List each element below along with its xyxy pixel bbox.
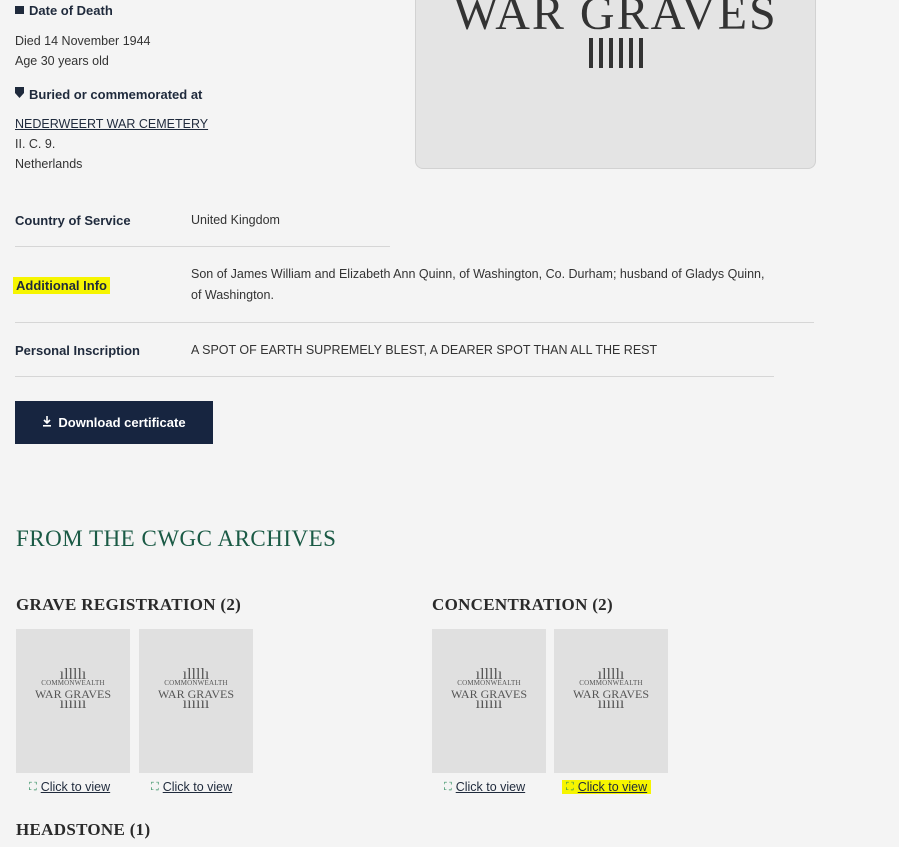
country-of-service-label: Country of Service	[15, 213, 131, 228]
concentration-thumbnail-2[interactable]: ıllllı COMMONWEALTH WAR GRAVES ıııııı	[554, 629, 668, 773]
additional-info-line2: of Washington.	[191, 288, 274, 302]
headstone-title: HEADSTONE (1)	[16, 820, 151, 839]
concentration-thumbnail-1[interactable]: ıllllı COMMONWEALTH WAR GRAVES ıııııı	[432, 629, 546, 773]
cwgc-logo: ıllllı COMMONWEALTH WAR GRAVES ıııııı	[16, 666, 130, 712]
cwgc-logo: ıllllı COMMONWEALTH WAR GRAVES ıııııı	[139, 666, 253, 712]
logo-ticks-icon	[416, 38, 815, 73]
expand-icon: ⛶	[151, 780, 159, 793]
personal-inscription-value: A SPOT OF EARTH SUPREMELY BLEST, A DEARE…	[191, 343, 658, 357]
logo-ticks-icon: ıııııı	[597, 695, 625, 712]
concentration-title: CONCENTRATION (2)	[432, 595, 613, 614]
logo-ticks-icon: ıııııı	[475, 695, 503, 712]
calendar-icon	[15, 1, 24, 19]
shield-icon	[15, 85, 24, 103]
expand-icon: ⛶	[566, 780, 574, 793]
grave-plot-text: II. C. 9.	[15, 137, 56, 151]
logo-ticks-icon: ıııııı	[182, 695, 210, 712]
click-to-view-link-highlighted[interactable]: ⛶ Click to view	[562, 780, 652, 794]
download-certificate-label: Download certificate	[58, 415, 186, 430]
grave-registration-thumbnail-2[interactable]: ıllllı COMMONWEALTH WAR GRAVES ıııııı	[139, 629, 253, 773]
divider	[15, 322, 814, 323]
cwgc-logo: ıllllı COMMONWEALTH WAR GRAVES ıııııı	[554, 666, 668, 712]
grave-registration-thumbnail-1[interactable]: ıllllı COMMONWEALTH WAR GRAVES ıııııı	[16, 629, 130, 773]
personal-inscription-label: Personal Inscription	[15, 343, 140, 358]
grave-registration-title: GRAVE REGISTRATION (2)	[16, 595, 242, 614]
logo-ticks-icon: ıllllı	[475, 666, 503, 683]
country-of-service-value: United Kingdom	[191, 213, 280, 227]
cwgc-logo: ıllllı COMMONWEALTH WAR GRAVES ıııııı	[432, 666, 546, 712]
expand-icon: ⛶	[29, 780, 37, 793]
download-icon	[42, 415, 52, 430]
logo-ticks-icon: ıllllı	[597, 666, 625, 683]
logo-ticks-icon: ıllllı	[182, 666, 210, 683]
click-to-view-link[interactable]: ⛶ Click to view	[151, 780, 232, 794]
death-age-text: Age 30 years old	[15, 54, 109, 68]
expand-icon: ⛶	[444, 780, 452, 793]
click-to-view-link[interactable]: ⛶ Click to view	[444, 780, 525, 794]
archives-title: FROM THE CWGC ARCHIVES	[16, 526, 337, 551]
divider	[15, 376, 774, 377]
cwgc-logo-panel: WAR GRAVES	[415, 0, 816, 169]
buried-heading: Buried or commemorated at	[15, 85, 202, 103]
click-to-view-link[interactable]: ⛶ Click to view	[29, 780, 110, 794]
page: { "panel": {"title": "WAR GRAVES"}, "dea…	[0, 0, 899, 847]
additional-info-line1: Son of James William and Elizabeth Ann Q…	[191, 267, 765, 281]
panel-logo-text: WAR GRAVES	[453, 0, 778, 40]
additional-info-label: Additional Info	[13, 277, 110, 294]
cemetery-link[interactable]: NEDERWEERT WAR CEMETERY	[15, 114, 208, 134]
logo-ticks-icon: ıııııı	[59, 695, 87, 712]
death-date-text: Died 14 November 1944	[15, 34, 151, 48]
burial-country-text: Netherlands	[15, 157, 83, 171]
logo-ticks-icon: ıllllı	[59, 666, 87, 683]
divider	[15, 246, 390, 247]
download-certificate-button[interactable]: Download certificate	[15, 401, 213, 444]
date-of-death-heading: Date of Death	[15, 1, 113, 19]
